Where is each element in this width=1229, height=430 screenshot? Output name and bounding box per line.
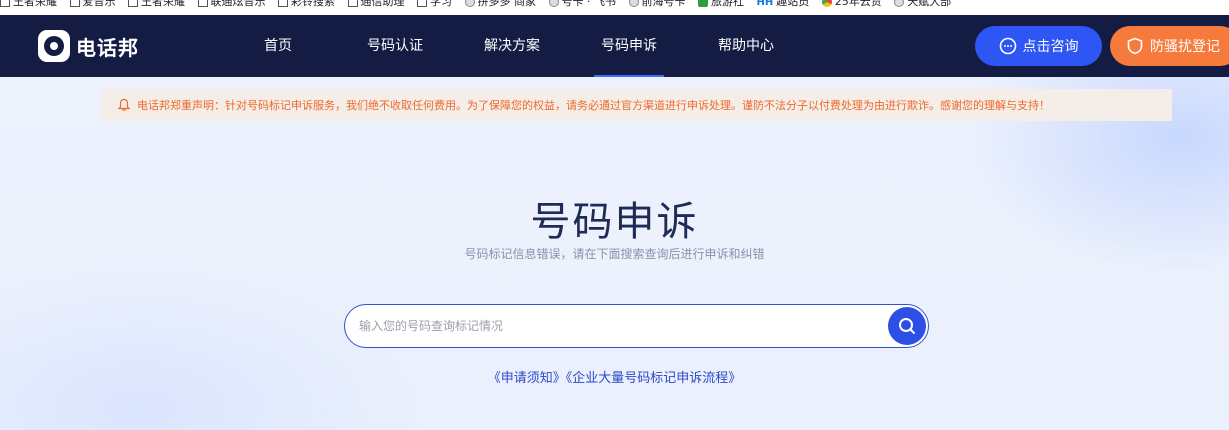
- page-icon: [197, 0, 208, 7]
- register-button-label: 防骚扰登记: [1150, 39, 1220, 55]
- main-content: 电话邦郑重声明：针对号码标记申诉服务，我们绝不收取任何费用。为了保障您的权益，请…: [0, 77, 1229, 430]
- green-icon: [698, 0, 708, 7]
- globe-icon: [628, 0, 639, 7]
- help-links: 《申请须知》《企业大量号码标记申诉流程》: [0, 367, 1229, 386]
- consult-button[interactable]: 点击咨询: [975, 26, 1102, 66]
- logo-text: 电话邦: [76, 35, 139, 60]
- page-icon: [417, 0, 427, 7]
- bookmark-item[interactable]: 通信助理: [347, 0, 405, 9]
- bookmark-item[interactable]: HH 趣站员: [757, 0, 810, 10]
- bookmark-item[interactable]: 25年云贷: [821, 0, 882, 9]
- nav-help-center[interactable]: 帮助中心: [710, 15, 782, 77]
- page-icon: [0, 0, 10, 7]
- bookmark-item[interactable]: 联通炫音乐: [197, 0, 266, 9]
- bookmark-item[interactable]: 拼多多 商家: [464, 0, 536, 9]
- globe-icon: [548, 0, 559, 7]
- hh-icon: HH: [756, 0, 774, 8]
- application-notice-link[interactable]: 《申请须知》: [488, 371, 566, 386]
- search-input[interactable]: [359, 305, 879, 347]
- search-icon: [897, 316, 917, 336]
- bookmark-item[interactable]: 学习: [417, 0, 452, 9]
- site-header: 电话邦 首页 号码认证 解决方案 号码申诉 帮助中心 点击咨询 防骚扰登记: [0, 15, 1229, 77]
- bookmark-item[interactable]: 王者荣耀: [128, 0, 185, 9]
- nav-number-auth[interactable]: 号码认证: [359, 15, 431, 77]
- page-icon: [128, 0, 138, 7]
- page-title: 号码申诉: [530, 199, 699, 245]
- nav-solutions[interactable]: 解决方案: [476, 15, 548, 77]
- enterprise-appeal-process-link[interactable]: 《企业大量号码标记申诉流程》: [566, 371, 742, 386]
- page-icon: [69, 0, 80, 7]
- logo[interactable]: 电话邦: [38, 29, 139, 63]
- bookmark-item[interactable]: 号卡 · 飞书: [548, 0, 616, 9]
- nav-home[interactable]: 首页: [250, 15, 306, 77]
- page-subtitle: 号码标记信息错误，请在下面搜索查询后进行申诉和纠错: [464, 247, 765, 261]
- page-icon: [347, 0, 358, 7]
- anti-harassment-register-button[interactable]: 防骚扰登记: [1110, 26, 1229, 66]
- search-button[interactable]: [888, 307, 926, 345]
- consult-button-label: 点击咨询: [1022, 39, 1079, 55]
- bookmark-item[interactable]: 爱音乐: [69, 0, 116, 9]
- logo-icon: [38, 30, 70, 62]
- bookmark-item[interactable]: 旅游社: [698, 0, 744, 9]
- bookmark-item[interactable]: 天赋大部: [894, 0, 951, 9]
- bookmark-item[interactable]: 王者荣耀: [0, 0, 57, 9]
- chrome-icon: [821, 0, 832, 7]
- bell-icon: [117, 98, 131, 112]
- nav-number-appeal[interactable]: 号码申诉: [594, 15, 664, 77]
- bookmark-item[interactable]: 彩铃搜索: [278, 0, 335, 9]
- notice-text: 电话邦郑重声明：针对号码标记申诉服务，我们绝不收取任何费用。为了保障您的权益，请…: [137, 99, 1050, 112]
- shield-icon: [1126, 37, 1144, 55]
- search-box: [344, 304, 929, 348]
- bookmark-item[interactable]: 前海号卡: [628, 0, 686, 9]
- bookmarks-bar: 王者荣耀 爱音乐 王者荣耀 联通炫音乐 彩铃搜索 通信助理 学习 拼多多 商家 …: [0, 0, 1229, 15]
- page-icon: [278, 0, 288, 7]
- notice-banner: 电话邦郑重声明：针对号码标记申诉服务，我们绝不收取任何费用。为了保障您的权益，请…: [101, 89, 1172, 121]
- chat-icon: [999, 37, 1017, 55]
- globe-icon: [464, 0, 475, 7]
- globe-icon: [894, 0, 905, 7]
